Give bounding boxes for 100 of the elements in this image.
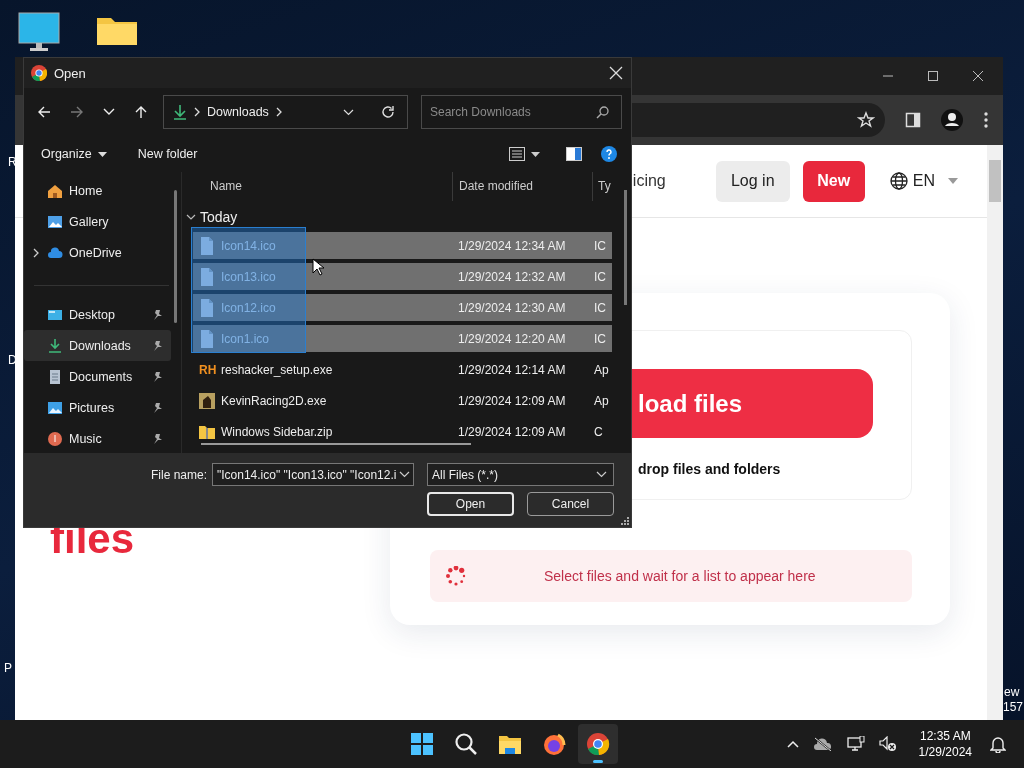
downloads-icon xyxy=(47,337,63,354)
chevron-up-icon[interactable] xyxy=(786,740,799,748)
nav-item[interactable]: Documents xyxy=(24,361,171,392)
file-row[interactable]: Icon12.ico 1/29/2024 12:30 AM IC xyxy=(193,294,612,321)
chevron-down-icon xyxy=(596,471,607,478)
dialog-title: Open xyxy=(54,65,86,81)
nav-item[interactable]: Downloads xyxy=(24,330,171,361)
side-panel-icon[interactable] xyxy=(905,112,921,128)
date-cell-text: 1/29/2024 12:20 AM xyxy=(457,331,567,346)
type-cell-text: IC xyxy=(593,331,607,346)
help-icon[interactable] xyxy=(601,146,617,162)
app-icon xyxy=(199,391,215,410)
chevron-down-icon[interactable] xyxy=(103,108,115,116)
file-name: KevinRacing2D.exe xyxy=(221,393,327,408)
file-list-hint: Select files and wait for a list to appear here xyxy=(544,568,816,584)
globe-icon xyxy=(889,172,908,190)
nav-item[interactable]: OneDrive xyxy=(24,237,171,268)
close-icon[interactable] xyxy=(609,66,623,80)
chevron-right-icon xyxy=(275,107,282,117)
file-row[interactable]: Icon14.ico 1/29/2024 12:34 AM IC xyxy=(193,232,612,259)
time-text: 12:35 AM xyxy=(918,728,972,744)
document-icon xyxy=(199,298,215,317)
cursor-icon xyxy=(312,258,324,276)
new-folder-button[interactable]: New folder xyxy=(132,143,203,165)
chevron-down-icon[interactable] xyxy=(343,108,354,116)
spinner-icon xyxy=(446,566,466,586)
file-row[interactable]: Icon13.ico 1/29/2024 12:32 AM IC xyxy=(193,263,612,290)
taskbar-button[interactable] xyxy=(578,724,618,764)
nav-item[interactable]: Pictures xyxy=(24,392,171,423)
nav-item[interactable]: Gallery xyxy=(24,206,171,237)
scrollbar[interactable] xyxy=(987,145,1003,720)
nav-item[interactable]: Home xyxy=(24,175,171,206)
maximize-icon[interactable] xyxy=(926,69,940,83)
date-cell-text: 1/29/2024 12:30 AM xyxy=(457,300,567,315)
chrome-icon xyxy=(586,732,610,756)
up-arrow-icon[interactable] xyxy=(134,105,148,119)
file-name: Icon1.ico xyxy=(221,331,270,346)
login-button[interactable]: Log in xyxy=(715,160,790,202)
file-row[interactable]: Icon1.ico 1/29/2024 12:20 AM IC xyxy=(193,325,612,352)
search-icon xyxy=(454,732,478,756)
documents-icon xyxy=(47,368,63,385)
music-icon xyxy=(47,430,63,447)
column-header[interactable]: Date modified xyxy=(452,172,592,201)
nav-item[interactable]: Music xyxy=(24,423,171,453)
nav-item[interactable]: Desktop xyxy=(24,299,171,330)
date-cell-text: 1/29/2024 12:09 AM xyxy=(457,424,567,439)
field-label: File name: xyxy=(150,467,207,482)
preview-pane-icon[interactable] xyxy=(566,147,582,161)
cancel-button[interactable]: Cancel xyxy=(527,492,614,516)
caret-icon[interactable] xyxy=(531,151,540,157)
file-name: Icon13.ico xyxy=(221,269,276,284)
cloud-off-icon[interactable] xyxy=(812,737,833,751)
star-icon[interactable] xyxy=(857,111,875,129)
breadcrumb-item[interactable]: Downloads xyxy=(207,105,269,119)
search-field[interactable]: Search Downloads xyxy=(421,95,622,129)
pictures-icon xyxy=(47,399,63,416)
column-header[interactable]: Ty xyxy=(592,172,622,201)
nav-link[interactable]: icing xyxy=(632,172,666,190)
scrollbar-thumb[interactable] xyxy=(989,160,1001,202)
list-view-icon[interactable] xyxy=(509,147,525,161)
language-code: EN xyxy=(912,172,935,190)
date-cell-text: 1/29/2024 12:32 AM xyxy=(457,269,567,284)
document-icon xyxy=(199,267,215,286)
back-icon[interactable] xyxy=(37,105,51,119)
close-icon[interactable] xyxy=(971,69,985,83)
resize-grip-icon xyxy=(621,517,629,525)
new-button[interactable]: New xyxy=(802,160,865,202)
file-name: Icon14.ico xyxy=(221,238,276,253)
desktop-icon-label: ew xyxy=(1004,685,1020,699)
clock[interactable]: 12:35 AM 1/29/2024 xyxy=(918,728,972,760)
desktop-icon-label: P xyxy=(4,661,12,675)
file-type-dropdown[interactable]: All Files (*.*) xyxy=(427,463,614,486)
group-header[interactable]: Today xyxy=(182,201,631,232)
type-cell-text: IC xyxy=(593,300,607,315)
column-header[interactable]: Name xyxy=(182,172,452,201)
menu-icon[interactable] xyxy=(983,111,989,129)
organize-button[interactable]: Organize xyxy=(36,143,112,165)
address-field[interactable]: Downloads xyxy=(163,95,408,129)
network-icon[interactable] xyxy=(846,736,865,752)
type-cell-text: C xyxy=(593,424,604,439)
cloud-icon xyxy=(47,244,63,261)
language-selector[interactable]: EN xyxy=(889,172,958,190)
home-icon xyxy=(47,182,63,199)
bell-icon[interactable] xyxy=(990,735,1006,753)
file-name: Icon12.ico xyxy=(221,300,276,315)
type-cell-text: IC xyxy=(593,238,607,253)
file-name-field[interactable]: "Icon14.ico" "Icon13.ico" "Icon12.i xyxy=(212,463,414,486)
refresh-icon[interactable] xyxy=(381,105,395,119)
document-icon xyxy=(199,329,215,348)
scrollbar[interactable] xyxy=(174,190,177,323)
profile-icon[interactable] xyxy=(941,109,963,131)
date-cell-text: 1/29/2024 12:09 AM xyxy=(457,393,567,408)
scrollbar[interactable] xyxy=(201,443,471,445)
open-button[interactable]: Open xyxy=(427,492,514,516)
date-text: 1/29/2024 xyxy=(918,744,972,760)
gallery-icon xyxy=(47,213,63,230)
volume-muted-icon[interactable] xyxy=(878,736,897,752)
scrollbar[interactable] xyxy=(624,190,627,305)
caret-icon xyxy=(948,178,958,184)
type-cell-text: Ap xyxy=(593,393,610,408)
